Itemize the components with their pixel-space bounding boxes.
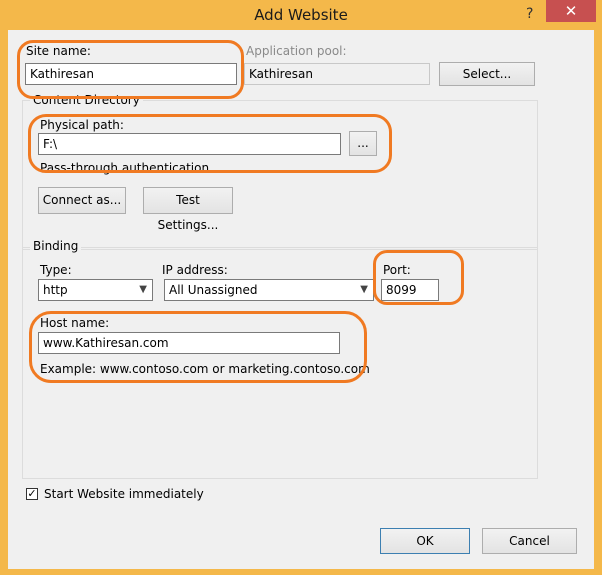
test-settings-button[interactable]: Test Settings... [143, 187, 233, 232]
content-directory-title: Content Directory [30, 93, 143, 107]
browse-path-button[interactable]: ... [349, 131, 377, 156]
help-icon[interactable]: ? [526, 6, 533, 22]
ok-button[interactable]: OK [380, 528, 470, 554]
host-name-example: Example: www.contoso.com or marketing.co… [40, 362, 370, 376]
connect-as-button[interactable]: Connect as... [38, 187, 126, 214]
application-pool-field: Kathiresan [244, 63, 430, 85]
pass-through-auth-label: Pass-through authentication [40, 161, 210, 175]
port-input[interactable]: 8099 [381, 279, 439, 301]
title-bar: Add Website ? ✕ [0, 0, 602, 30]
port-label: Port: [383, 263, 411, 277]
site-name-label: Site name: [26, 44, 91, 58]
select-app-pool-button[interactable]: Select... [439, 62, 535, 86]
ip-address-label: IP address: [162, 263, 228, 277]
application-pool-label: Application pool: [246, 44, 347, 58]
chevron-down-icon: ▼ [139, 284, 147, 295]
cancel-button[interactable]: Cancel [482, 528, 577, 554]
host-name-input[interactable]: www.Kathiresan.com [38, 332, 340, 354]
site-name-input[interactable]: Kathiresan [25, 63, 237, 85]
start-website-checkbox[interactable]: ✓ [26, 488, 38, 500]
ip-address-value: All Unassigned [169, 283, 258, 297]
physical-path-label: Physical path: [40, 118, 124, 132]
dialog-body: Site name: Kathiresan Application pool: … [8, 30, 594, 569]
physical-path-input[interactable]: F:\ [38, 133, 341, 155]
window-title: Add Website [254, 6, 348, 24]
ip-address-select[interactable]: All Unassigned ▼ [164, 279, 374, 301]
type-label: Type: [40, 263, 72, 277]
host-name-label: Host name: [40, 316, 110, 330]
type-select-value: http [43, 283, 68, 297]
start-website-label: Start Website immediately [44, 487, 204, 501]
chevron-down-icon: ▼ [360, 284, 368, 295]
type-select[interactable]: http ▼ [38, 279, 153, 301]
binding-title: Binding [30, 239, 82, 253]
close-button[interactable]: ✕ [546, 0, 596, 22]
